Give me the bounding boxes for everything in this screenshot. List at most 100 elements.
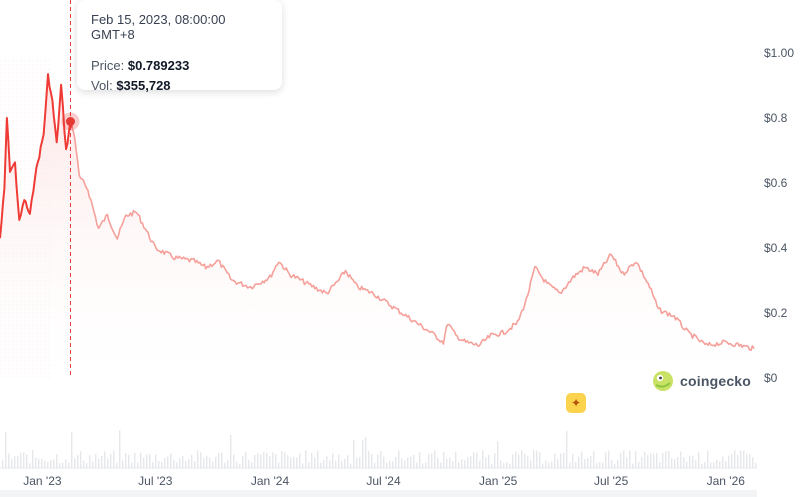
x-tick-label: Jan '24 [251,474,290,488]
volume-bar [308,462,310,468]
volume-bar [248,459,250,468]
brand-name: coingecko [680,373,752,389]
sparkle-icon[interactable]: ✦ [566,393,586,413]
volume-bar [569,462,571,468]
volume-bar [695,460,697,468]
volume-bar [227,460,229,468]
volume-bar [746,454,748,468]
volume-bar [668,450,670,468]
gecko-logo-icon [653,371,673,391]
volume-bar [245,451,247,468]
volume-bar [374,463,376,468]
volume-bar [644,451,646,468]
volume-bar [266,452,268,468]
y-tick-label: $0.2 [764,306,788,320]
y-tick-label: $0.8 [764,111,788,125]
volume-bar [146,454,148,468]
tooltip-price-value: $0.789233 [127,58,190,73]
volume-bar [23,452,25,468]
volume-bar [59,463,61,468]
volume-bar [545,460,547,468]
x-tick-label: Jan '26 [707,474,746,488]
volume-bar [107,458,109,468]
volume-bar [425,462,427,468]
volume-bar [86,463,88,468]
volume-bar [155,454,157,468]
volume-bar [515,451,517,468]
volume-bar [506,461,508,468]
hover-point[interactable] [65,116,75,126]
volume-bar [479,460,481,468]
volume-bar [599,461,601,468]
volume-bar [356,457,358,468]
y-tick-label: $0.4 [764,241,788,255]
volume-bar [560,453,562,468]
volume-bar [443,451,445,468]
volume-bar [311,452,313,468]
volume-bar [686,461,688,468]
volume-bar [563,452,565,468]
volume-bar [191,454,193,468]
volume-bar [320,462,322,468]
volume-bar [647,455,649,468]
y-tick-label: $0.6 [764,176,788,190]
volume-bars [2,430,757,468]
volume-bar [284,452,286,468]
volume-bar [278,462,280,468]
volume-bar [92,461,94,468]
volume-bar [263,452,265,468]
volume-bar [419,452,421,468]
volume-bar [413,454,415,468]
volume-bar [434,450,436,468]
volume-bar [341,460,343,468]
volume-bar [398,450,400,468]
volume-bar [572,453,574,468]
volume-bar [209,457,211,468]
volume-bar [482,450,484,468]
volume-bar [131,462,133,468]
x-tick-label: Jul '25 [594,474,629,488]
volume-bar [296,457,298,468]
volume-bar [755,462,757,468]
volume-bar [143,457,145,468]
volume-bar [395,456,397,468]
volume-bar [404,460,406,468]
volume-bar [392,461,394,468]
y-tick-label: $0 [764,371,778,385]
volume-bar [407,457,409,468]
scrollbar-track[interactable] [0,490,757,497]
volume-bar [377,454,379,468]
volume-bar [431,453,433,468]
volume-bar [149,453,151,468]
volume-bar [173,459,175,468]
volume-bar [236,461,238,468]
volume-bar [485,457,487,468]
volume-bar [212,461,214,468]
volume-bar [20,452,22,468]
volume-bar [83,460,85,468]
volume-bar [581,451,583,468]
volume-bar [575,461,577,468]
volume-bar [224,462,226,468]
volume-bar [257,453,259,468]
volume-bar [62,462,64,468]
price-area [0,74,754,378]
volume-bar [26,454,28,468]
volume-bar [302,463,304,468]
volume-bar [596,463,598,468]
volume-bar [653,453,655,468]
volume-bar [113,450,115,468]
volume-bar [251,462,253,468]
tooltip-vol-value: $355,728 [116,78,171,93]
volume-bar [2,459,4,468]
volume-bar [17,456,19,468]
volume-bar [737,454,739,468]
volume-bar [338,454,340,468]
volume-bar [701,463,703,468]
volume-bar [371,454,373,468]
tooltip-date: Feb 15, 2023, 08:00:00 GMT+8 [91,12,226,42]
volume-bar [626,457,628,468]
volume-bar [524,453,526,468]
volume-bar [692,455,694,468]
volume-bar [473,452,475,468]
